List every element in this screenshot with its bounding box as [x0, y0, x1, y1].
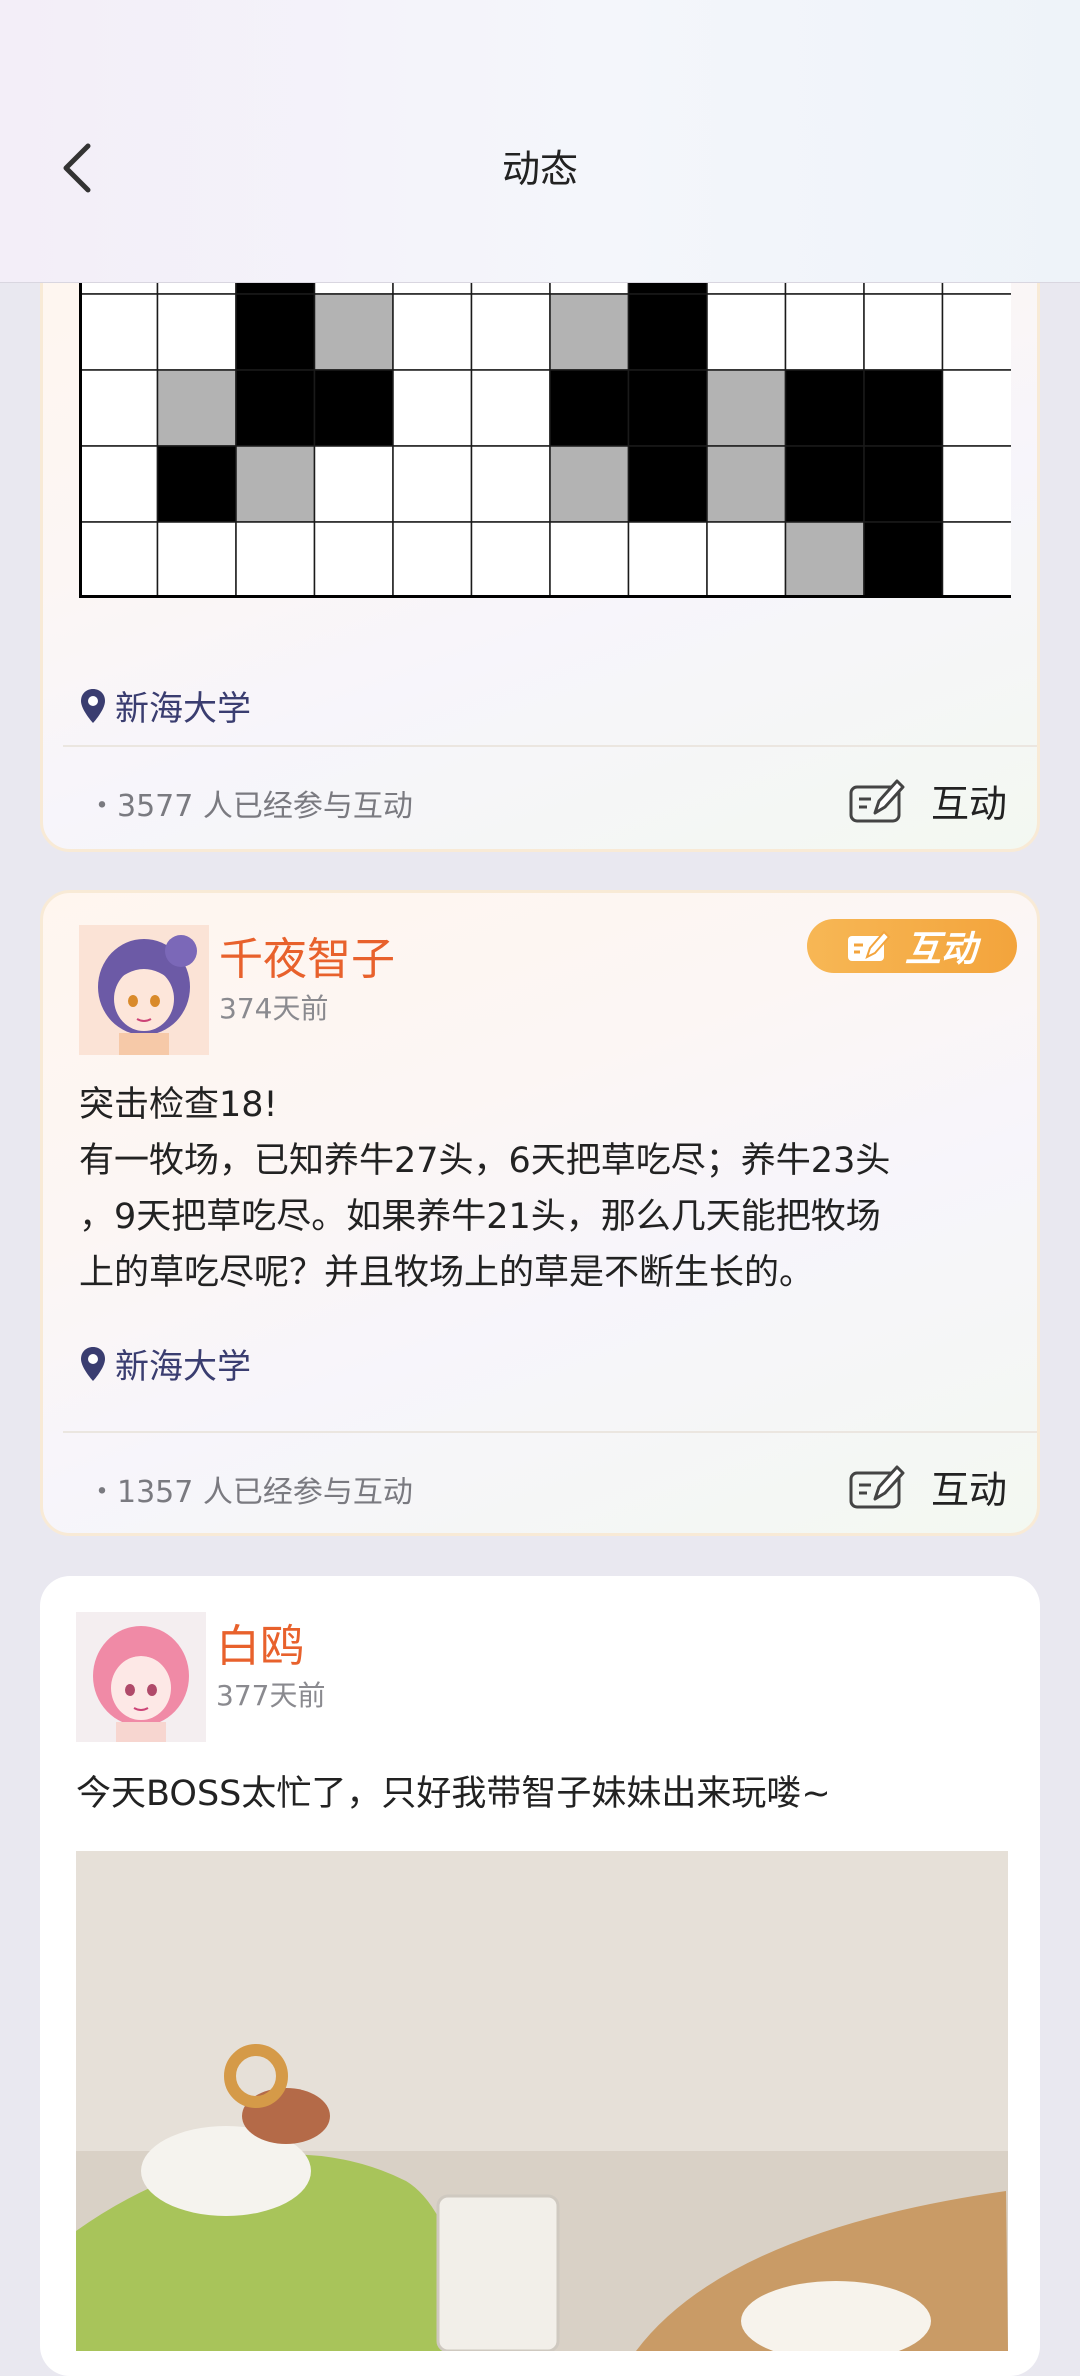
grid-cell — [392, 445, 473, 523]
grid-cell — [863, 293, 944, 371]
divider — [63, 1431, 1037, 1433]
post-card[interactable]: 新海大学 ・3577 人已经参与互动 互动 — [40, 230, 1040, 852]
grid-cell — [941, 521, 1011, 598]
grid-cell — [470, 293, 551, 371]
location-label: 新海大学 — [115, 689, 251, 729]
grid-cell — [313, 521, 394, 598]
post-card[interactable]: 白鸥 377天前 今天BOSS太忙了，只好我带智子妹妹出来玩喽~ — [40, 1576, 1040, 2376]
grid-cell — [313, 293, 394, 371]
post-time: 377天前 — [216, 1679, 326, 1712]
grid-cell — [863, 369, 944, 447]
grid-cell — [941, 445, 1011, 523]
grid-cell — [235, 293, 316, 371]
post-content: 突击检查18! 有一牧场，已知养牛27头，6天把草吃尽；养牛23头 ，9天把草吃… — [79, 1085, 891, 1293]
grid-cell — [549, 445, 630, 523]
grid-cell — [79, 369, 159, 447]
grid-cell — [706, 445, 787, 523]
grid-cell — [79, 293, 159, 371]
grid-cell — [784, 445, 865, 523]
location-label: 新海大学 — [115, 1347, 251, 1387]
grid-cell — [627, 521, 708, 598]
grid-cell — [470, 445, 551, 523]
interact-label: 互动 — [930, 1468, 1007, 1512]
grid-cell — [156, 445, 237, 523]
top-bar: 动态 — [0, 0, 1080, 283]
grid-cell — [156, 369, 237, 447]
interact-label: 互动 — [930, 782, 1007, 826]
grid-cell — [706, 293, 787, 371]
grid-cell — [470, 521, 551, 598]
edit-note-icon — [847, 930, 891, 961]
grid-cell — [941, 293, 1011, 371]
post-content: 今天BOSS太忙了，只好我带智子妹妹出来玩喽~ — [76, 1774, 831, 1814]
avatar[interactable] — [79, 925, 209, 1055]
grid-cell — [784, 521, 865, 598]
grid-cell — [549, 293, 630, 371]
interact-button[interactable]: 互动 — [849, 1459, 1007, 1514]
interact-button[interactable]: 互动 — [849, 773, 1007, 828]
user-name[interactable]: 千夜智子 — [219, 923, 395, 987]
grid-cell — [79, 445, 159, 523]
grid-cell — [549, 369, 630, 447]
grid-cell — [156, 293, 237, 371]
location-pin-icon — [81, 688, 105, 723]
interaction-count: ・3577 人已经参与互动 — [87, 789, 413, 824]
grid-cell — [235, 521, 316, 598]
grid-cell — [392, 521, 473, 598]
grid-cell — [784, 369, 865, 447]
puzzle-grid-image — [79, 233, 1011, 598]
grid-cell — [784, 293, 865, 371]
grid-cell — [392, 369, 473, 447]
grid-cell — [470, 369, 551, 447]
grid-cell — [392, 293, 473, 371]
page-title: 动态 — [501, 147, 578, 191]
badge-label: 互动 — [904, 929, 977, 970]
post-photo[interactable] — [76, 1851, 1008, 2351]
interaction-count: ・1357 人已经参与互动 — [87, 1475, 413, 1510]
grid-cell — [79, 521, 159, 598]
location-tag[interactable]: 新海大学 — [79, 681, 251, 730]
grid-cell — [706, 521, 787, 598]
grid-cell — [235, 369, 316, 447]
grid-cell — [313, 369, 394, 447]
post-card[interactable]: 千夜智子 374天前 互动 突击检查18! 有一牧场，已知养牛27头，6天把草吃… — [40, 890, 1040, 1536]
grid-cell — [235, 445, 316, 523]
grid-cell — [863, 521, 944, 598]
grid-cell — [627, 445, 708, 523]
divider — [63, 745, 1037, 747]
grid-cell — [706, 369, 787, 447]
grid-cell — [313, 445, 394, 523]
grid-cell — [549, 521, 630, 598]
location-tag[interactable]: 新海大学 — [79, 1339, 251, 1388]
grid-cell — [156, 521, 237, 598]
edit-note-icon — [849, 779, 905, 822]
avatar[interactable] — [76, 1612, 206, 1742]
interact-badge[interactable]: 互动 — [807, 919, 1017, 973]
edit-note-icon — [849, 1465, 905, 1508]
grid-cell — [863, 445, 944, 523]
grid-cell — [627, 369, 708, 447]
grid-cell — [941, 369, 1011, 447]
grid-cell — [627, 293, 708, 371]
user-name[interactable]: 白鸥 — [216, 1610, 304, 1674]
post-time: 374天前 — [219, 992, 329, 1025]
location-pin-icon — [81, 1346, 105, 1381]
